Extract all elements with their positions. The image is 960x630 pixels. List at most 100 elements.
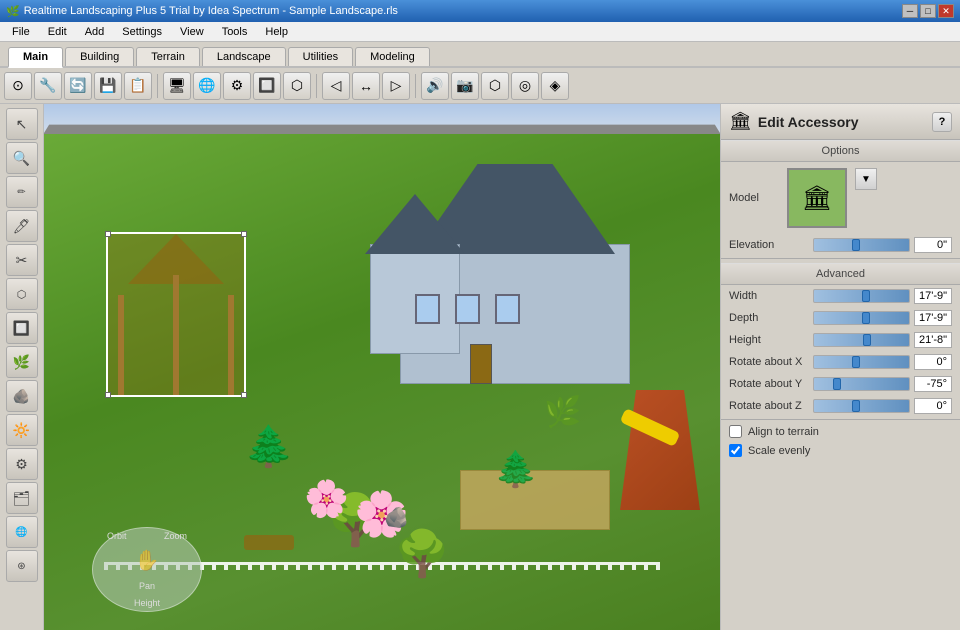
depth-value[interactable]: 17'-9" (914, 310, 952, 326)
sidebar-settings2[interactable]: ⊛ (6, 550, 38, 582)
sidebar-box[interactable]: 🔲 (6, 312, 38, 344)
elevation-slider[interactable] (813, 238, 910, 252)
menu-tools[interactable]: Tools (214, 24, 256, 40)
sidebar-hex[interactable]: ⬡ (6, 278, 38, 310)
tab-modeling[interactable]: Modeling (355, 47, 430, 66)
tool-hex[interactable]: ⬡ (283, 72, 311, 100)
tool-rotate[interactable]: 🔄 (64, 72, 92, 100)
height-value[interactable]: 21'-8" (914, 332, 952, 348)
sidebar-light[interactable]: 🔆 (6, 414, 38, 446)
elevation-thumb[interactable] (852, 239, 860, 251)
menu-file[interactable]: File (4, 24, 38, 40)
depth-slider[interactable] (813, 311, 910, 325)
app-title: Realtime Landscaping Plus 5 Trial by Ide… (24, 5, 398, 17)
sidebar-zoom[interactable]: 🔍 (6, 142, 38, 174)
align-terrain-checkbox[interactable] (729, 425, 742, 438)
height-thumb[interactable] (863, 334, 871, 346)
rock-group: 🪨 (384, 505, 409, 530)
tool-extra2[interactable]: ◎ (511, 72, 539, 100)
sidebar-layers[interactable]: 🌐 (6, 516, 38, 548)
playground (620, 390, 700, 510)
tab-utilities[interactable]: Utilities (288, 47, 353, 66)
menu-help[interactable]: Help (257, 24, 296, 40)
right-panel: 🏛 Edit Accessory ? Options Model 🏛 ▼ Ele… (720, 104, 960, 630)
advanced-section: Advanced Width 17'-9" Depth 17'-9" Heigh… (721, 263, 960, 460)
rotate-x-value[interactable]: 0° (914, 354, 952, 370)
minimize-button[interactable]: ─ (902, 4, 918, 18)
menu-add[interactable]: Add (77, 24, 113, 40)
tool-copy[interactable]: 📋 (124, 72, 152, 100)
sidebar-draw[interactable]: 🖊 (6, 210, 38, 242)
depth-label: Depth (729, 312, 809, 324)
sidebar-cut[interactable]: ✂ (6, 244, 38, 276)
toolbar-separator-2 (316, 74, 317, 98)
tree-1: 🌲 (244, 423, 294, 470)
height-slider[interactable] (813, 333, 910, 347)
width-row: Width 17'-9" (721, 285, 960, 307)
tool-right[interactable]: ▷ (382, 72, 410, 100)
rotate-y-value[interactable]: -75° (914, 376, 952, 392)
width-thumb[interactable] (862, 290, 870, 302)
tool-extra3[interactable]: ◈ (541, 72, 569, 100)
tool-display[interactable]: 🖥 (163, 72, 191, 100)
nav-zoom-label: Zoom (164, 529, 187, 543)
rotate-y-thumb[interactable] (833, 378, 841, 390)
title-bar-controls: ─ □ ✕ (902, 4, 954, 18)
toolbar-separator-1 (157, 74, 158, 98)
sidebar-gear[interactable]: ⚙ (6, 448, 38, 480)
depth-thumb[interactable] (862, 312, 870, 324)
tool-select[interactable]: ⊙ (4, 72, 32, 100)
tool-sound[interactable]: 🔊 (421, 72, 449, 100)
nav-control[interactable]: Orbit Zoom ✋ Pan Height (92, 527, 202, 612)
tool-left[interactable]: ◁ (322, 72, 350, 100)
sidebar-file[interactable]: 🗂 (6, 482, 38, 514)
scale-evenly-label: Scale evenly (748, 445, 810, 457)
sidebar-rock[interactable]: 🪨 (6, 380, 38, 412)
rotate-y-slider[interactable] (813, 377, 910, 391)
tool-save[interactable]: 💾 (94, 72, 122, 100)
rotate-z-thumb[interactable] (852, 400, 860, 412)
tab-landscape[interactable]: Landscape (202, 47, 286, 66)
scale-evenly-checkbox[interactable] (729, 444, 742, 457)
tool-arrows[interactable]: ↔ (352, 72, 380, 100)
help-button[interactable]: ? (932, 112, 952, 132)
tool-extra[interactable]: ⬡ (481, 72, 509, 100)
width-slider[interactable] (813, 289, 910, 303)
sidebar-select[interactable]: ↖ (6, 108, 38, 140)
rotate-x-thumb[interactable] (852, 356, 860, 368)
menu-edit[interactable]: Edit (40, 24, 75, 40)
tool-globe[interactable]: 🌐 (193, 72, 221, 100)
canvas-area[interactable]: 🌲 🌳 🌳 🌲 🌿 🌸 🌸 🪨 Orbit Zoom ✋ (44, 104, 720, 630)
width-value[interactable]: 17'-9" (914, 288, 952, 304)
model-dropdown[interactable]: ▼ (855, 168, 877, 190)
left-sidebar: ↖ 🔍 ✏ 🖊 ✂ ⬡ 🔲 🌿 🪨 🔆 ⚙ 🗂 🌐 ⊛ (0, 104, 44, 630)
align-terrain-label: Align to terrain (748, 426, 819, 438)
tool-wrench[interactable]: 🔧 (34, 72, 62, 100)
rotate-z-slider[interactable] (813, 399, 910, 413)
close-button[interactable]: ✕ (938, 4, 954, 18)
rotate-z-value[interactable]: 0° (914, 398, 952, 414)
sidebar-edit[interactable]: ✏ (6, 176, 38, 208)
tool-box[interactable]: 🔲 (253, 72, 281, 100)
elevation-value[interactable]: 0" (914, 237, 952, 253)
rotate-x-slider[interactable] (813, 355, 910, 369)
tab-terrain[interactable]: Terrain (136, 47, 200, 66)
nav-pan-label: Pan (139, 581, 155, 591)
maximize-button[interactable]: □ (920, 4, 936, 18)
menu-settings[interactable]: Settings (114, 24, 170, 40)
selection-handle-bl (105, 392, 111, 398)
model-preview[interactable]: 🏛 (787, 168, 847, 228)
model-label: Model (729, 192, 779, 204)
menu-view[interactable]: View (172, 24, 212, 40)
house (370, 174, 640, 384)
tab-main[interactable]: Main (8, 47, 63, 68)
model-row: Model 🏛 ▼ (721, 162, 960, 234)
title-bar: 🌿 Realtime Landscaping Plus 5 Trial by I… (0, 0, 960, 22)
sidebar-plant[interactable]: 🌿 (6, 346, 38, 378)
rotate-z-row: Rotate about Z 0° (721, 395, 960, 417)
tool-camera[interactable]: 📷 (451, 72, 479, 100)
tab-building[interactable]: Building (65, 47, 134, 66)
nav-height-label: Height (134, 598, 160, 608)
advanced-section-label: Advanced (721, 263, 960, 285)
tool-settings[interactable]: ⚙ (223, 72, 251, 100)
